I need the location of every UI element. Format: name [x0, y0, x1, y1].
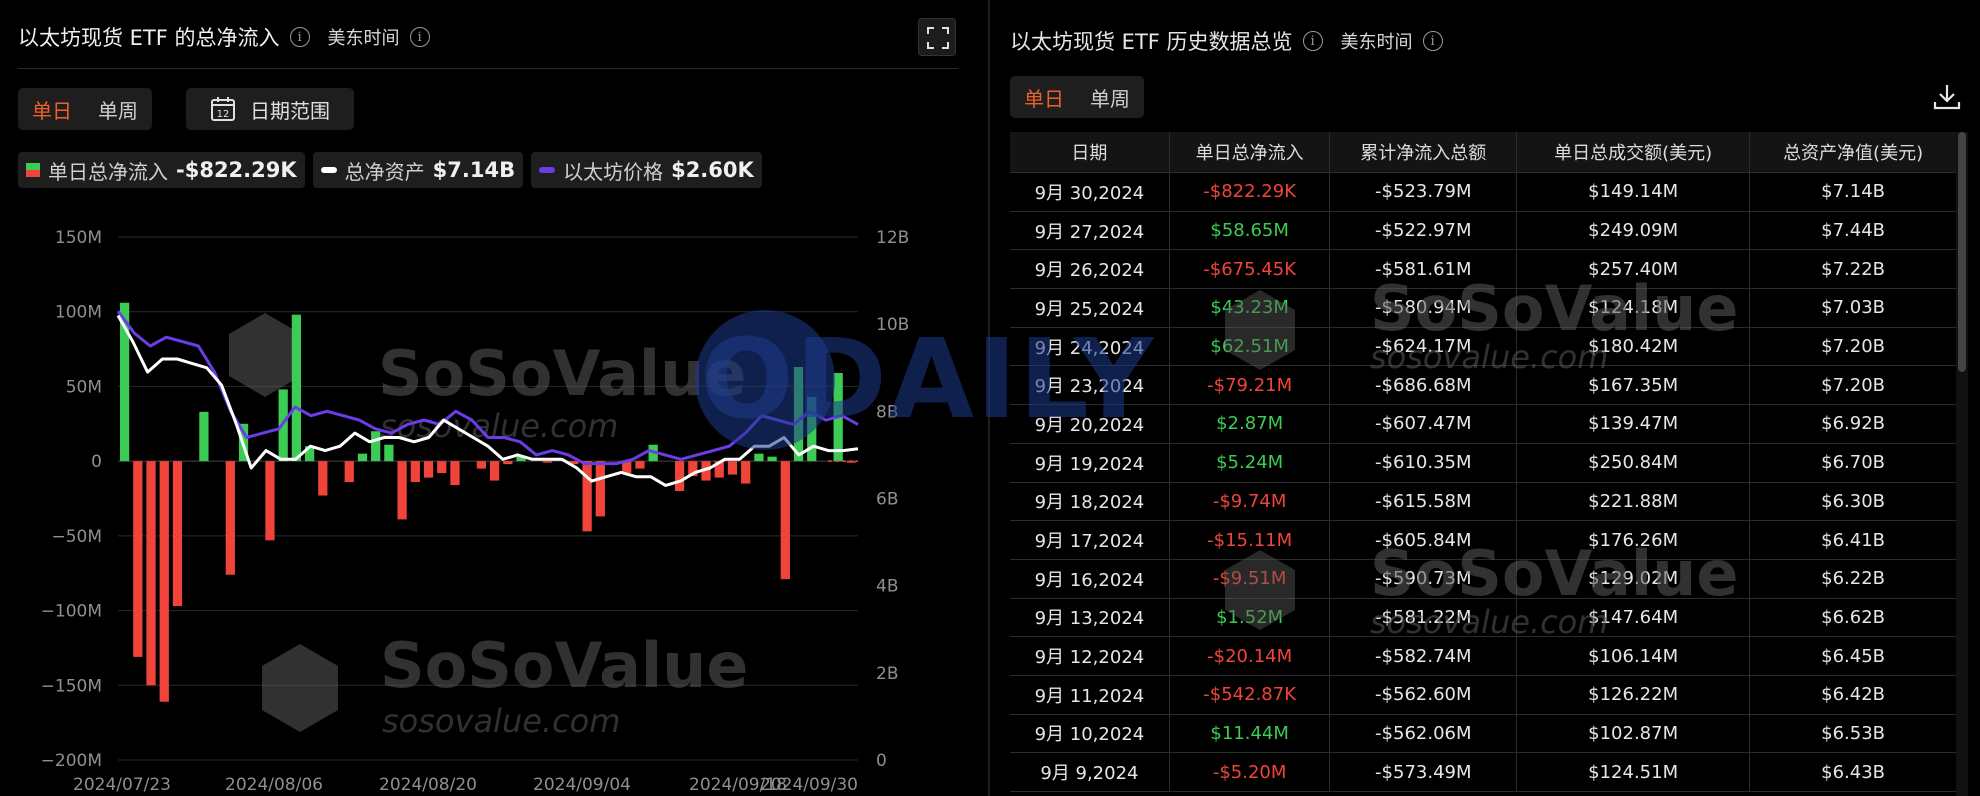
- inflow-bar: [371, 431, 381, 462]
- inflow-bar: [476, 461, 487, 469]
- inflow-bar: [384, 444, 394, 462]
- x-tick-label: 2024/08/06: [225, 775, 323, 795]
- watermark-brand-2: SoSoValue: [380, 629, 748, 702]
- x-tick-label: 2024/09/04: [533, 775, 631, 795]
- inflow-bar: [291, 314, 302, 462]
- inflow-bar: [727, 461, 738, 475]
- y-right-tick-label: 4B: [876, 577, 898, 597]
- y-right-tick-label: 2B: [876, 664, 898, 684]
- chart-legend: 单日总净流入 -$822.29K 总净资产 $7.14B 以太坊价格 $2.60…: [18, 152, 762, 188]
- table-sosovalue-logo-icon: [1225, 290, 1295, 370]
- legend-total-assets[interactable]: 总净资产 $7.14B: [312, 152, 524, 188]
- inflow-bar: [542, 461, 553, 463]
- tab-daily[interactable]: 单日: [32, 95, 72, 124]
- inflow-bar: [582, 461, 592, 532]
- inflow-bar: [450, 461, 460, 486]
- inflow-bar: [225, 461, 235, 575]
- inflow-bar: [780, 461, 790, 580]
- y-left-tick-label: 0: [91, 452, 102, 472]
- timezone-label: 美东时间: [327, 28, 400, 49]
- legend-daily-inflow-value: -$822.29K: [176, 158, 297, 182]
- y-left-tick-label: 100M: [55, 303, 102, 323]
- header-divider: [18, 68, 958, 69]
- legend-daily-inflow[interactable]: 单日总净流入 -$822.29K: [18, 152, 305, 188]
- inflow-bar: [199, 411, 209, 462]
- inflow-bar: [265, 461, 275, 541]
- y-left-tick-label: −200M: [41, 751, 102, 771]
- period-tabs: 单日 单周: [18, 88, 152, 130]
- inflow-bar: [635, 461, 645, 469]
- bar-swatch-icon: [26, 163, 40, 177]
- date-range-label: 日期范围: [250, 98, 330, 123]
- purple-line-swatch-icon: [539, 167, 556, 173]
- inflow-bar: [397, 461, 407, 520]
- white-line-swatch-icon: [320, 167, 337, 173]
- tab-weekly[interactable]: 单周: [98, 95, 138, 124]
- watermark-brand: SoSoValue: [378, 337, 746, 410]
- table-watermark-domain: sosovalue.com: [1370, 338, 1608, 376]
- odaily-watermark: ODAILY: [700, 315, 1156, 443]
- inflow-bar: [172, 461, 183, 607]
- svg-text:12: 12: [217, 109, 230, 120]
- inflow-bar: [767, 456, 777, 462]
- inflow-bar: [674, 461, 685, 492]
- fullscreen-button[interactable]: [918, 18, 956, 56]
- inflow-bar: [595, 461, 605, 517]
- inflow-bar: [423, 461, 434, 478]
- inflow-bar: [318, 461, 328, 496]
- inflow-bar: [437, 461, 447, 474]
- chart-header: 以太坊现货 ETF 的总净流入 i 美东时间 i: [18, 22, 430, 52]
- table-watermark-brand-2: SoSoValue: [1370, 537, 1738, 610]
- sosovalue-logo-icon: [229, 313, 301, 397]
- watermark-layer: SoSoValue sosovalue.com SoSoValue sosova…: [229, 313, 748, 740]
- inflow-bar: [754, 453, 764, 462]
- y-right-tick-label: 12B: [876, 228, 909, 248]
- y-right-tick-label: 0: [876, 751, 887, 771]
- calendar-icon: 12: [211, 97, 235, 121]
- table-watermark-domain-2: sosovalue.com: [1370, 603, 1608, 641]
- inflow-bar: [344, 461, 354, 483]
- inflow-bar: [489, 461, 500, 481]
- legend-total-assets-value: $7.14B: [432, 158, 516, 182]
- table-watermark-brand: SoSoValue: [1370, 272, 1738, 345]
- watermark-domain: sosovalue.com: [380, 407, 618, 445]
- watermark-domain-2: sosovalue.com: [382, 702, 620, 740]
- inflow-bar: [146, 461, 156, 686]
- inflow-bar: [159, 461, 169, 702]
- net-inflow-chart[interactable]: SoSoValue sosovalue.com SoSoValue sosova…: [0, 205, 968, 796]
- date-range-button[interactable]: 12 日期范围: [186, 88, 354, 130]
- table-sosovalue-logo-icon-2: [1225, 550, 1295, 630]
- y-right-tick-label: 6B: [876, 490, 898, 510]
- inflow-bar: [741, 461, 751, 484]
- x-tick-label: 2024/09/30: [760, 775, 858, 795]
- inflow-bar: [410, 461, 420, 483]
- legend-eth-price[interactable]: 以太坊价格 $2.60K: [531, 152, 762, 188]
- y-left-tick-label: −50M: [51, 527, 102, 547]
- y-left-tick-label: −150M: [41, 676, 102, 696]
- inflow-bar: [357, 453, 368, 462]
- inflow-bar: [133, 461, 143, 657]
- timezone-info-icon[interactable]: i: [409, 27, 430, 47]
- x-tick-label: 2024/08/20: [379, 775, 477, 795]
- y-left-tick-label: 150M: [55, 228, 102, 248]
- fullscreen-icon: [927, 27, 949, 49]
- chart-title: 以太坊现货 ETF 的总净流入: [18, 26, 280, 50]
- x-tick-label: 2024/07/23: [73, 775, 171, 795]
- inflow-bar: [503, 461, 513, 465]
- y-left-tick-label: 50M: [66, 377, 102, 397]
- y-left-tick-label: −100M: [41, 602, 102, 622]
- legend-eth-price-value: $2.60K: [671, 158, 754, 182]
- sosovalue-logo-icon-2: [262, 644, 338, 732]
- info-icon[interactable]: i: [289, 27, 310, 47]
